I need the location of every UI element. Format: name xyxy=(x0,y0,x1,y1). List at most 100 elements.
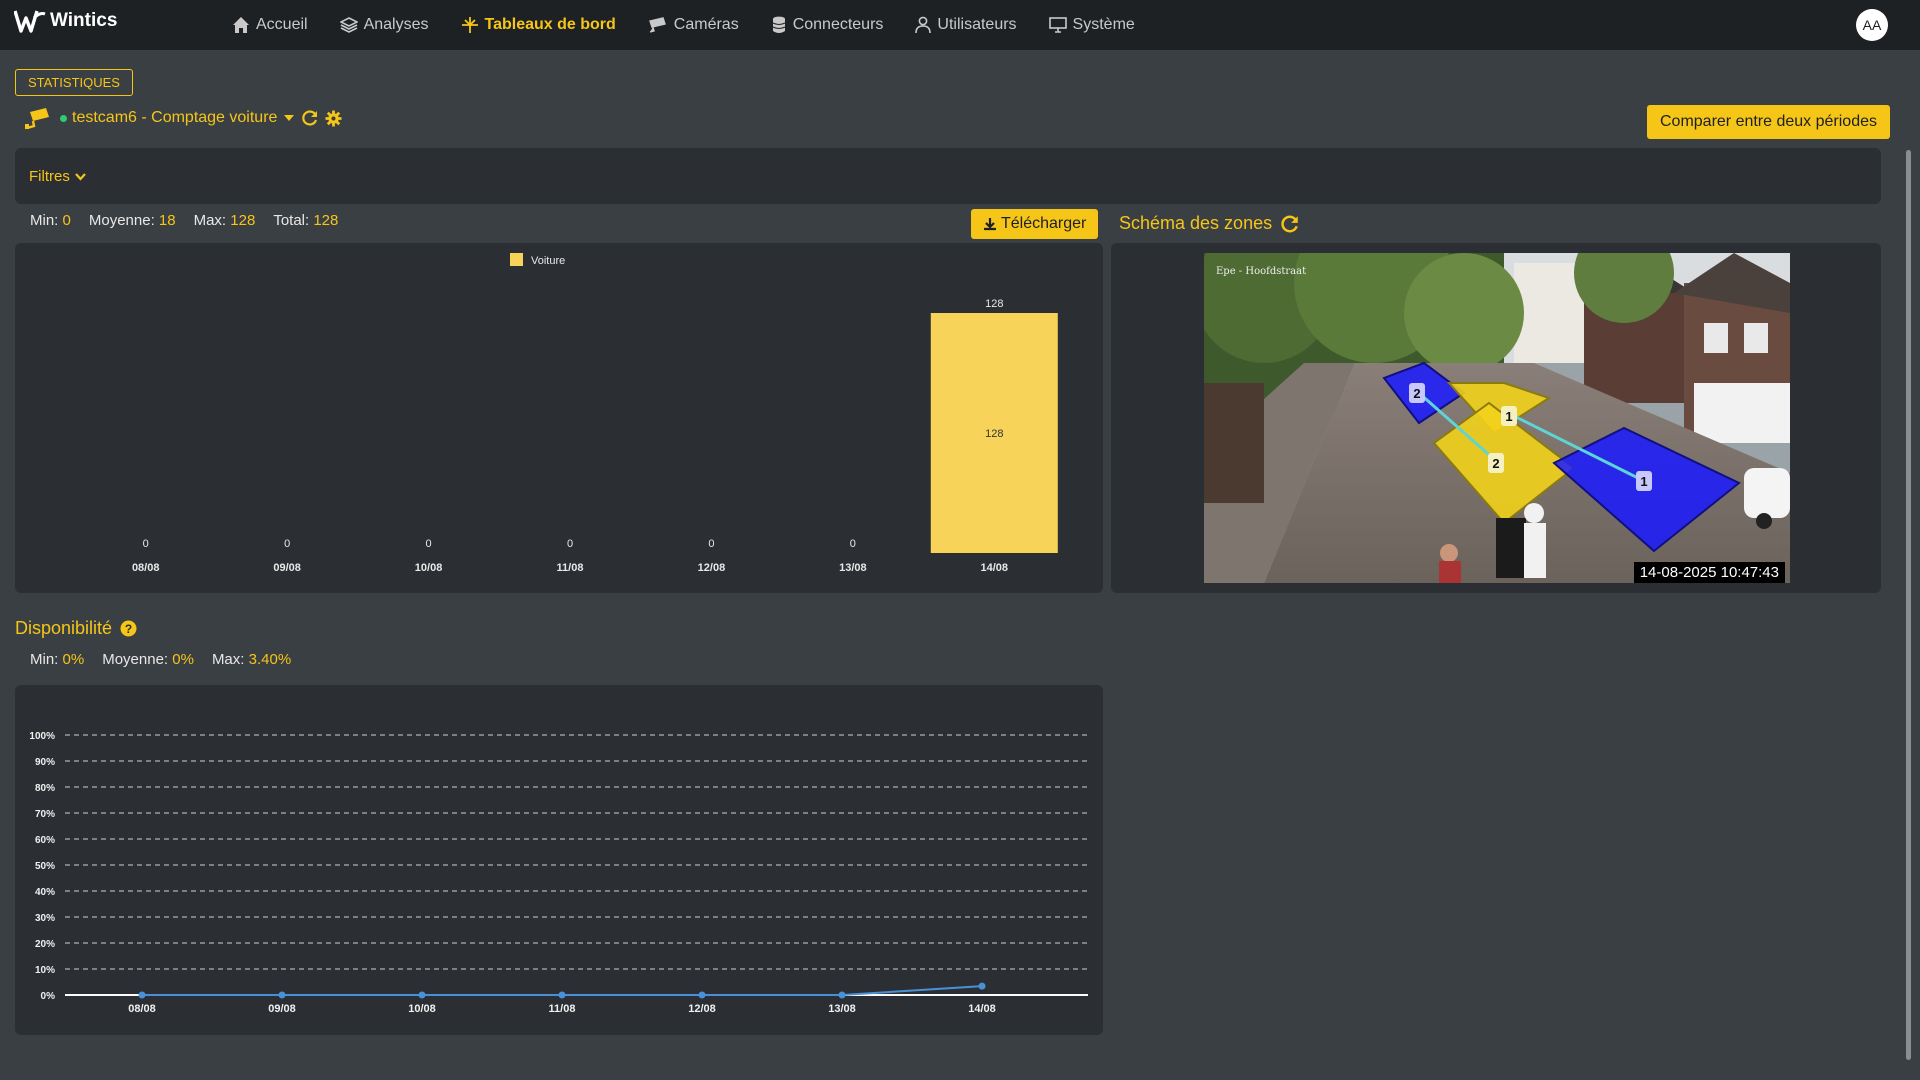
database-icon xyxy=(772,16,785,33)
app-name: Wintics xyxy=(50,10,118,31)
nav-utilisateurs[interactable]: Utilisateurs xyxy=(915,16,1017,34)
bar-value-label: 0 xyxy=(567,538,573,550)
data-point xyxy=(698,991,706,999)
nav-tableaux-de-bord[interactable]: Tableaux de bord xyxy=(461,16,616,34)
zones-schema-title: Schéma des zones xyxy=(1119,213,1300,234)
dashboard-icon xyxy=(461,17,478,33)
max-label: Max: xyxy=(193,212,227,229)
x-tick-label: 12/08 xyxy=(688,1003,716,1015)
x-tick-label: 13/08 xyxy=(828,1003,856,1015)
nav-label: Caméras xyxy=(673,16,739,33)
y-tick-label: 20% xyxy=(35,939,55,950)
count-stats: Min: 0 Moyenne: 18 Max: 128 Total: 128 xyxy=(30,212,356,232)
help-icon[interactable]: ? xyxy=(120,620,137,637)
total-label: Total: xyxy=(273,212,310,229)
min-label: Min: xyxy=(30,212,59,229)
nav-analyses[interactable]: Analyses xyxy=(339,16,429,34)
home-icon xyxy=(233,17,249,33)
cctv-camera-icon xyxy=(25,108,49,130)
camera-icon xyxy=(648,17,666,33)
nav-label: Accueil xyxy=(256,16,308,33)
wintics-logo-icon xyxy=(14,10,46,33)
caret-down-icon[interactable] xyxy=(283,113,295,123)
main-nav: Accueil Analyses Tableaux de bord Caméra… xyxy=(232,0,1167,50)
compare-periods-button[interactable]: Comparer entre deux périodes xyxy=(1646,105,1890,139)
availability-chart-panel: 0% 10% 20% 30% 40% 50% 60% 70% 80% 90% 100% 08/08 09… xyxy=(15,685,1103,1035)
bar-inner-label: 128 xyxy=(985,428,1003,440)
camera-snapshot: 2 1 2 1 Epe - Hoofdstraat 14-08-2025 10:… xyxy=(1204,253,1790,583)
nav-accueil[interactable]: Accueil xyxy=(232,16,308,34)
download-icon xyxy=(984,218,996,231)
gear-icon[interactable] xyxy=(325,110,342,127)
street-scene-image: 2 1 2 1 Epe - Hoofdstraat xyxy=(1204,253,1790,583)
y-tick-label: 70% xyxy=(35,809,55,820)
availability-title-text: Disponibilité xyxy=(15,618,113,638)
x-tick-label: 12/08 xyxy=(698,562,726,574)
legend-swatch xyxy=(510,253,523,266)
nav-label: Connecteurs xyxy=(792,16,884,33)
download-button[interactable]: Télécharger xyxy=(971,209,1099,239)
monitor-icon xyxy=(1048,17,1067,33)
max-value: 3.40% xyxy=(248,651,292,668)
y-tick-label: 40% xyxy=(35,887,55,898)
refresh-icon[interactable] xyxy=(1280,214,1300,234)
camera-selector[interactable]: testcam6 - Comptage voiture xyxy=(24,106,342,130)
y-tick-label: 100% xyxy=(29,731,55,742)
camera-name: testcam6 - Comptage voiture xyxy=(72,109,278,126)
nav-systeme[interactable]: Système xyxy=(1048,16,1135,34)
download-label: Télécharger xyxy=(1001,215,1087,232)
max-value: 128 xyxy=(230,212,256,229)
bar-value-label: 0 xyxy=(850,538,856,550)
x-tick-label: 11/08 xyxy=(549,1003,576,1015)
availability-stats: Min: 0% Moyenne: 0% Max: 3.40% xyxy=(30,651,309,671)
data-point xyxy=(278,991,286,999)
nav-label: Tableaux de bord xyxy=(484,16,616,33)
count-bar-chart-panel: Voiture 0 08/08 0 09/08 0 10/08 0 11/08 0 12/08 0 13… xyxy=(15,243,1103,593)
count-bar-chart: Voiture 0 08/08 0 09/08 0 10/08 0 11/08 0 12/08 0 13… xyxy=(132,253,1058,574)
statistics-badge: STATISTIQUES xyxy=(15,69,133,96)
nav-cameras[interactable]: Caméras xyxy=(648,16,739,34)
data-point xyxy=(558,991,566,999)
nav-label: Utilisateurs xyxy=(937,16,1017,33)
layers-icon xyxy=(339,17,358,33)
nav-connecteurs[interactable]: Connecteurs xyxy=(771,16,884,34)
app-logo[interactable]: Wintics xyxy=(14,8,117,34)
total-value: 128 xyxy=(313,212,339,229)
bar-value-label: 0 xyxy=(426,538,432,550)
page-scrollbar[interactable] xyxy=(1906,150,1911,1060)
filters-panel[interactable]: Filtres xyxy=(15,148,1881,204)
min-label: Min: xyxy=(30,651,59,668)
max-label: Max: xyxy=(211,651,245,668)
nav-label: Système xyxy=(1072,16,1135,33)
camera-overlay-text: Epe - Hoofdstraat xyxy=(1216,266,1306,277)
min-value: 0% xyxy=(62,651,85,668)
bar-value-label: 0 xyxy=(284,538,290,550)
svg-text:1: 1 xyxy=(1640,474,1647,489)
x-tick-label: 10/08 xyxy=(415,562,443,574)
top-navbar: Wintics Accueil Analyses Tableaux de bor… xyxy=(0,0,1920,50)
x-tick-label: 09/08 xyxy=(268,1003,296,1015)
data-point xyxy=(838,991,846,999)
y-tick-label: 50% xyxy=(35,861,55,872)
avg-value: 0% xyxy=(172,651,194,668)
status-online-dot xyxy=(60,114,67,122)
bar-value-label: 0 xyxy=(708,538,714,550)
availability-line-chart: 0% 10% 20% 30% 40% 50% 60% 70% 80% 90% 100% 08/08 09… xyxy=(29,731,1088,1015)
nav-label: Analyses xyxy=(363,16,429,33)
y-tick-label: 0% xyxy=(41,991,56,1002)
refresh-icon[interactable] xyxy=(301,109,319,127)
avg-label: Moyenne: xyxy=(102,651,169,668)
x-tick-label: 08/08 xyxy=(128,1003,156,1015)
y-tick-label: 60% xyxy=(35,835,55,846)
user-avatar[interactable]: AA xyxy=(1856,9,1888,41)
user-icon xyxy=(915,16,932,34)
x-tick-label: 14/08 xyxy=(968,1003,996,1015)
snapshot-timestamp: 14-08-2025 10:47:43 xyxy=(1633,562,1785,583)
bar-value-label: 0 xyxy=(143,538,149,550)
x-tick-label: 14/08 xyxy=(981,562,1009,574)
min-value: 0 xyxy=(62,212,71,229)
avg-label: Moyenne: xyxy=(88,212,155,229)
data-point xyxy=(418,991,426,999)
bar-value-label: 128 xyxy=(985,298,1003,310)
legend-label: Voiture xyxy=(531,255,565,267)
